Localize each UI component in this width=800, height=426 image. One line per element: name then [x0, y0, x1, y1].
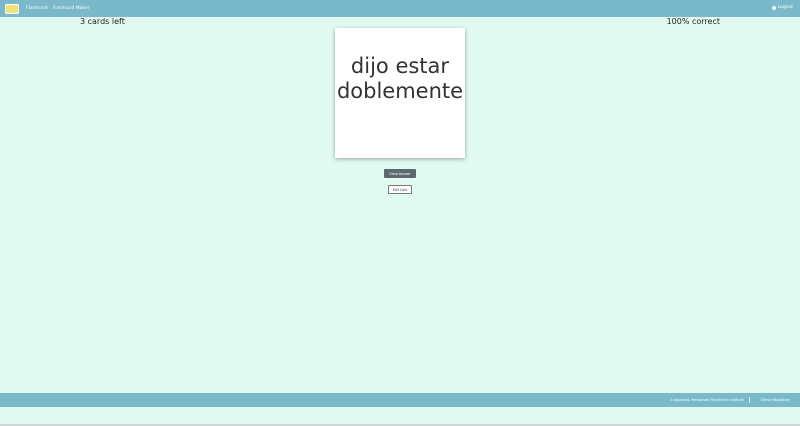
- footer: Linguacard, Rensselaer Polytechnic Insti…: [0, 393, 800, 407]
- logout-link[interactable]: Logout: [771, 5, 793, 10]
- nav-link-flashcard[interactable]: Flashcard: [26, 6, 48, 11]
- cards-left-counter: 3 cards left: [80, 17, 125, 26]
- footer-github-link[interactable]: Github Repository: [760, 398, 790, 402]
- app-logo-icon[interactable]: [5, 3, 19, 14]
- show-answer-button[interactable]: Show Answer: [384, 169, 416, 178]
- flashcard[interactable]: dijo estar doblemente: [335, 28, 465, 158]
- footer-divider: [748, 397, 749, 403]
- gear-icon: [771, 5, 776, 10]
- footer-institution: Linguacard, Rensselaer Polytechnic Insti…: [671, 398, 744, 402]
- edit-card-button[interactable]: Edit Card: [388, 185, 412, 194]
- flashcard-line-1: dijo estar: [350, 54, 450, 78]
- top-navbar: Flashcard Flashcard Maker Logout: [0, 0, 800, 17]
- percent-correct: 100% correct: [666, 17, 720, 26]
- logout-label: Logout: [777, 5, 793, 10]
- flashcard-line-2: doblemente: [336, 79, 464, 103]
- nav-link-flashcard-maker[interactable]: Flashcard Maker: [53, 6, 90, 11]
- flashcard-text: dijo estar doblemente: [337, 54, 463, 104]
